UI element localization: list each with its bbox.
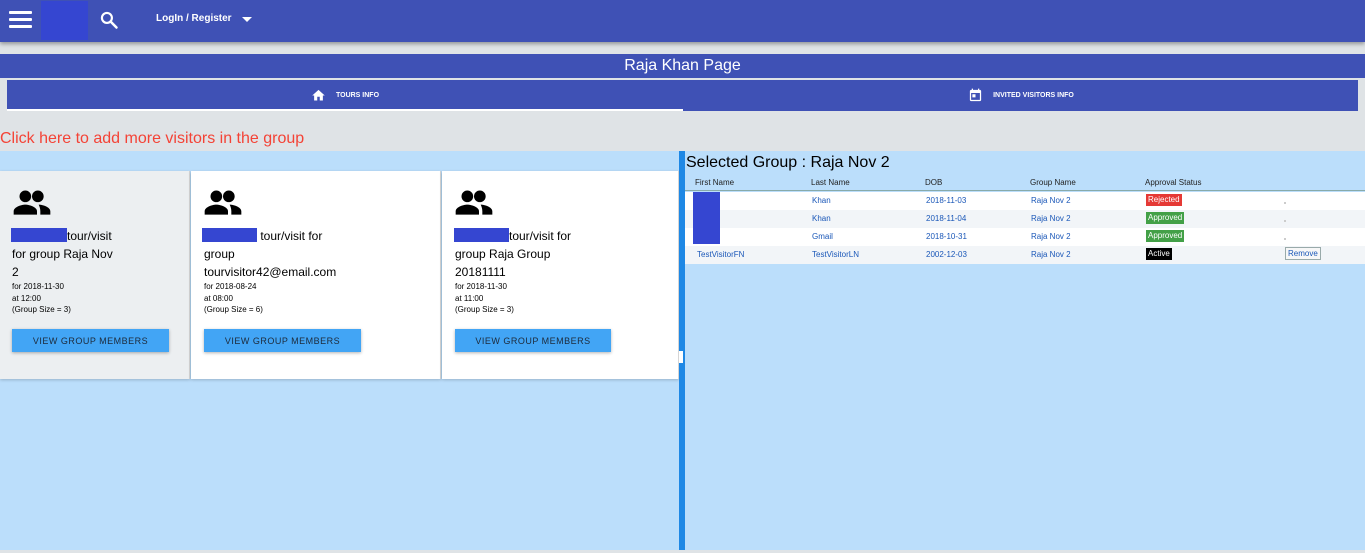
status-badge: Rejected bbox=[1146, 194, 1182, 206]
row-marker bbox=[1284, 238, 1286, 240]
status-badge: Active bbox=[1146, 248, 1172, 260]
tours-pane: tour/visit for group Raja Nov 2 for 2018… bbox=[0, 151, 679, 550]
group-name-cell: Raja Nov 2 bbox=[1031, 196, 1071, 205]
table-header: First Name Last Name DOB Group Name Appr… bbox=[685, 177, 1365, 191]
selected-group-title: Selected Group : Raja Nov 2 bbox=[686, 154, 890, 171]
tab-tours-info[interactable]: TOURS INFO bbox=[7, 80, 683, 111]
group-name-cell: Raja Nov 2 bbox=[1031, 232, 1071, 241]
group-icon bbox=[204, 190, 242, 215]
tab-label: TOURS INFO bbox=[335, 92, 380, 99]
chevron-down-icon[interactable] bbox=[242, 17, 252, 22]
home-icon bbox=[312, 89, 325, 101]
card-group-size: (Group Size = 3) bbox=[12, 305, 71, 314]
card-group-line: 2 bbox=[12, 265, 19, 279]
group-name-cell: Raja Nov 2 bbox=[1031, 250, 1071, 259]
card-title-text: tour/visit bbox=[67, 229, 112, 243]
card-time: at 12:00 bbox=[12, 294, 41, 303]
status-badge: Approved bbox=[1146, 230, 1185, 242]
column-header: Approval Status bbox=[1145, 178, 1202, 187]
dob-cell: 2018-10-31 bbox=[926, 232, 967, 241]
group-members-pane: Selected Group : Raja Nov 2 First Name L… bbox=[685, 151, 1365, 550]
row-marker bbox=[1284, 220, 1286, 222]
last-name-cell: Khan bbox=[812, 214, 831, 223]
view-group-members-button[interactable]: VIEW GROUP MEMBERS bbox=[12, 329, 169, 352]
column-header: First Name bbox=[695, 178, 735, 187]
tab-indicator bbox=[7, 109, 683, 111]
redacted-name bbox=[11, 228, 67, 242]
status-badge: Approved bbox=[1146, 212, 1185, 224]
calendar-icon bbox=[969, 88, 982, 102]
card-group-line: group bbox=[204, 247, 235, 261]
remove-button[interactable]: Remove bbox=[1285, 247, 1321, 260]
card-group-line: 20181111 bbox=[455, 265, 506, 279]
tab-invited-visitors-info[interactable]: INVITED VISITORS INFO bbox=[683, 80, 1359, 111]
divider-handle[interactable] bbox=[679, 351, 683, 363]
tab-bar: TOURS INFO INVITED VISITORS INFO bbox=[7, 80, 1358, 111]
table-row[interactable]: Khan 2018-11-03 Raja Nov 2 Rejected bbox=[685, 192, 1365, 210]
page-title: Raja Khan Page bbox=[0, 54, 1365, 78]
dob-cell: 2018-11-04 bbox=[926, 214, 967, 223]
dob-cell: 2002-12-03 bbox=[926, 250, 967, 259]
add-visitors-link[interactable]: Click here to add more visitors in the g… bbox=[0, 130, 304, 148]
card-time: at 11:00 bbox=[455, 294, 484, 303]
tour-card[interactable]: tour/visit for group Raja Nov 2 for 2018… bbox=[0, 171, 190, 379]
card-date: for 2018-08-24 bbox=[204, 282, 257, 291]
card-title: tour/visit for bbox=[202, 227, 322, 245]
card-time: at 08:00 bbox=[204, 294, 233, 303]
tour-card[interactable]: tour/visit for group Raja Group 20181111… bbox=[442, 171, 679, 379]
card-title-text: tour/visit for bbox=[257, 229, 323, 243]
group-icon bbox=[455, 190, 493, 215]
group-name-cell: Raja Nov 2 bbox=[1031, 214, 1071, 223]
column-header: Last Name bbox=[811, 178, 850, 187]
group-icon bbox=[13, 190, 51, 215]
table-row[interactable]: TestVisitorFN TestVisitorLN 2002-12-03 R… bbox=[685, 246, 1365, 264]
card-group-line: tourvisitor42@email.com bbox=[204, 265, 337, 279]
search-icon[interactable] bbox=[99, 10, 119, 30]
row-marker bbox=[1284, 202, 1286, 204]
card-group-size: (Group Size = 6) bbox=[204, 305, 263, 314]
last-name-cell: TestVisitorLN bbox=[812, 250, 859, 259]
card-date: for 2018-11-30 bbox=[455, 282, 507, 291]
column-header: DOB bbox=[925, 178, 943, 187]
first-name-cell: TestVisitorFN bbox=[697, 250, 745, 259]
menu-icon[interactable] bbox=[9, 11, 32, 29]
card-date: for 2018-11-30 bbox=[12, 282, 64, 291]
view-group-members-button[interactable]: VIEW GROUP MEMBERS bbox=[455, 329, 611, 352]
view-group-members-button[interactable]: VIEW GROUP MEMBERS bbox=[204, 329, 361, 352]
column-header: Group Name bbox=[1030, 178, 1076, 187]
redacted-names bbox=[693, 192, 720, 244]
tour-card[interactable]: tour/visit for group tourvisitor42@email… bbox=[191, 171, 441, 379]
card-group-size: (Group Size = 3) bbox=[455, 305, 514, 314]
tab-label: INVITED VISITORS INFO bbox=[993, 92, 1074, 99]
card-title-text: tour/visit for bbox=[509, 229, 572, 243]
login-register-link[interactable]: LogIn / Register bbox=[156, 13, 232, 24]
card-title: tour/visit for bbox=[454, 227, 571, 245]
redacted-name bbox=[202, 228, 257, 242]
last-name-cell: Gmail bbox=[812, 232, 833, 241]
table-row[interactable]: tiz Khan 2018-11-04 Raja Nov 2 Approved bbox=[685, 210, 1365, 228]
dob-cell: 2018-11-03 bbox=[926, 196, 967, 205]
card-group-line: for group Raja Nov bbox=[12, 247, 113, 261]
app-bar: LogIn / Register bbox=[0, 0, 1365, 42]
logo[interactable] bbox=[41, 1, 88, 40]
last-name-cell: Khan bbox=[812, 196, 831, 205]
table-row[interactable]: rcle Gmail 2018-10-31 Raja Nov 2 Approve… bbox=[685, 228, 1365, 246]
card-title: tour/visit bbox=[11, 227, 112, 245]
card-group-line: group Raja Group bbox=[455, 247, 551, 261]
redacted-name bbox=[454, 228, 509, 242]
